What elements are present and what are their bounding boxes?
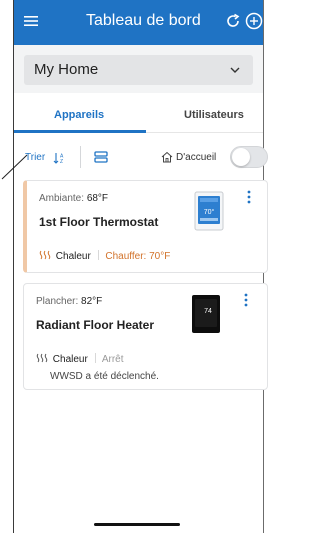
toggle-knob [232,148,250,166]
mode-label: Chaleur [55,251,91,262]
device-status: Chaleur Chauffer: 70°F [39,250,170,262]
temperature-value: 68°F [86,193,109,204]
home-filter-toggle[interactable] [230,146,268,168]
hamburger-menu-icon[interactable] [24,14,38,28]
toolbar-divider [80,146,81,168]
sort-az-icon[interactable]: A Z [53,152,67,164]
add-circle-icon[interactable] [244,11,264,31]
home-filter-label: D'accueil [176,152,217,163]
temperature-label: Ambiante: [39,193,85,204]
list-view-icon[interactable] [94,150,108,164]
home-icon [161,151,173,163]
home-select[interactable]: My Home [24,55,253,85]
refresh-icon[interactable] [224,12,242,30]
more-options-icon[interactable] [243,293,249,307]
svg-text:Z: Z [60,159,63,164]
screen: Tableau de bord My Home Appareils Utilis… [0,0,276,533]
temperature-value: 82°F [81,296,103,307]
device-card[interactable]: Ambiante: 68°F 1st Floor Thermostat 70° … [23,180,268,273]
home-select-value: My Home [34,61,99,78]
status-text: Arrêt [101,354,124,365]
device-card[interactable]: Plancher: 82°F Radiant Floor Heater 74 C… [23,283,268,390]
device-temperature: Ambiante: 68°F [39,193,108,204]
chevron-down-icon [230,67,240,73]
heater-display-value: 74 [204,308,212,315]
home-selector-bar: My Home [14,45,263,93]
home-indicator [94,523,180,526]
thermostat-display-value: 70° [204,208,215,216]
device-temperature: Plancher: 82°F [36,296,102,307]
device-note: WWSD a été déclenché. [50,371,159,382]
device-toolbar: Trier A Z D'accueil [14,134,268,180]
mode-label: Chaleur [52,354,88,365]
status-separator [94,353,96,363]
floor-heater-device-icon: 74 [192,295,220,333]
more-options-icon[interactable] [246,190,252,204]
device-name: Radiant Floor Heater [36,318,155,332]
heat-icon [36,353,48,363]
heat-icon [39,250,51,260]
status-separator [97,250,99,260]
tab-appareils[interactable]: Appareils [54,109,104,121]
thermostat-device-icon: 70° [194,191,224,231]
tab-utilisateurs[interactable]: Utilisateurs [184,109,244,121]
status-text: Chauffer: 70°F [105,251,171,262]
active-tab-indicator [14,130,146,133]
annotation-pointer-line [1,154,28,180]
device-name: 1st Floor Thermostat [39,215,159,229]
device-status: Chaleur Arrêt [36,353,124,365]
temperature-label: Plancher: [36,296,79,307]
app-bar: Tableau de bord [14,0,263,45]
page-title: Tableau de bord [86,12,201,29]
tab-bar: Appareils Utilisateurs [14,93,263,133]
